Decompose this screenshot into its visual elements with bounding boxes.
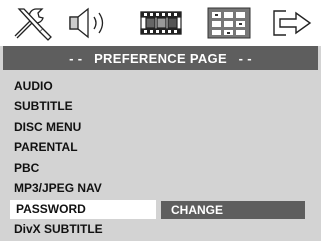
exit-arrow-icon[interactable]	[266, 3, 316, 43]
menu-item-disc-menu[interactable]: DISC MENU	[14, 118, 81, 137]
page-title: - - PREFERENCE PAGE - -	[69, 50, 252, 66]
menu-item-pbc[interactable]: PBC	[14, 159, 39, 178]
menu-item-parental[interactable]: PARENTAL	[14, 138, 78, 157]
menu-item-subtitle[interactable]: SUBTITLE	[14, 97, 73, 116]
page-title-bar: - - PREFERENCE PAGE - -	[3, 46, 318, 70]
speaker-audio-icon[interactable]	[64, 3, 114, 43]
menu-item-divx-subtitle[interactable]: DivX SUBTITLE	[14, 220, 103, 239]
menu-item-mp3-jpeg-nav[interactable]: MP3/JPEG NAV	[14, 179, 102, 198]
preference-grid-icon[interactable]	[204, 3, 254, 43]
menu-item-audio[interactable]: AUDIO	[14, 77, 53, 96]
setup-icon-bar	[0, 0, 321, 46]
dvd-setup-screen: - - PREFERENCE PAGE - - AUDIO SUBTITLE D…	[0, 0, 321, 241]
menu-item-password[interactable]: PASSWORD	[10, 200, 156, 219]
settings-tools-icon[interactable]	[7, 3, 57, 43]
submenu-option-change[interactable]: CHANGE	[161, 201, 305, 219]
film-video-icon[interactable]	[136, 3, 186, 43]
